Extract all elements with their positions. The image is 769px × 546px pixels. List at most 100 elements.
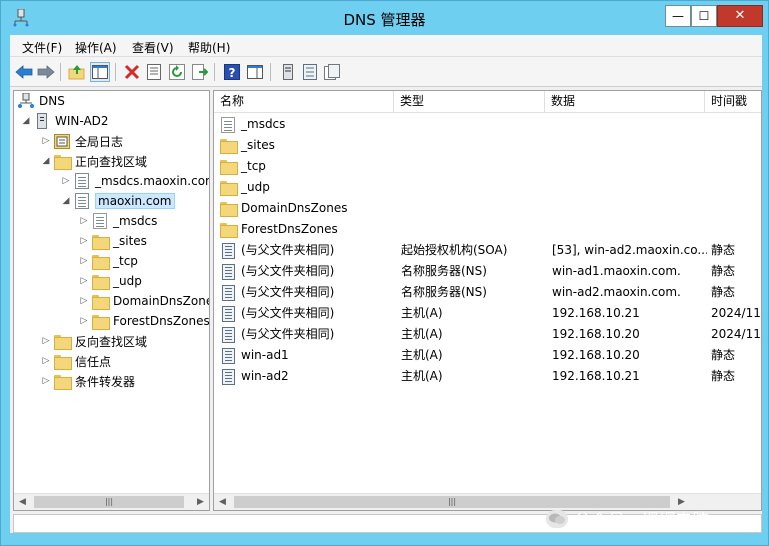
show-hide-tree-icon[interactable]	[90, 62, 110, 82]
delete-icon[interactable]	[122, 62, 142, 82]
svg-text:?: ?	[229, 66, 236, 80]
console-tree-pane[interactable]: DNS ◢ WIN-AD2 ▷ 全局日志 ◢ 正向查找区域 ▷ _msdcs.m…	[13, 90, 210, 511]
tree-node-child-tcp[interactable]: ▷ _tcp	[78, 251, 138, 271]
dns-manager-window: DNS 管理器 — ☐ ✕ 文件(F) 操作(A) 查看(V) 帮助(H) ? …	[0, 0, 769, 546]
help-icon[interactable]: ?	[222, 62, 242, 82]
cell-data	[552, 177, 707, 198]
expand-arrow-icon[interactable]: ▷	[40, 355, 52, 367]
expand-arrow-icon[interactable]: ▷	[78, 215, 90, 227]
cell-name-text: ForestDnsZones	[241, 222, 338, 236]
forward-arrow-icon[interactable]	[36, 62, 56, 82]
title-bar[interactable]: DNS 管理器 — ☐ ✕	[1, 1, 768, 35]
properties-icon[interactable]	[144, 62, 164, 82]
list-row[interactable]: (与父文件夹相同) 名称服务器(NS) win-ad2.maoxin.com. 静态	[214, 282, 761, 303]
collapse-arrow-icon[interactable]: ◢	[40, 155, 52, 167]
cell-timestamp	[711, 177, 761, 198]
list-row[interactable]: DomainDnsZones	[214, 198, 761, 219]
action-pane-icon[interactable]	[245, 62, 265, 82]
list-row[interactable]: _udp	[214, 177, 761, 198]
up-folder-icon[interactable]	[67, 62, 87, 82]
expand-arrow-icon[interactable]: ▷	[60, 175, 72, 187]
tree-node-child-forestdns[interactable]: ▷ ForestDnsZones	[78, 311, 210, 331]
export-list-icon[interactable]	[190, 62, 210, 82]
scroll-thumb[interactable]: |||	[34, 496, 184, 508]
collapse-arrow-icon[interactable]: ◢	[20, 115, 32, 127]
list-row[interactable]: _msdcs	[214, 114, 761, 135]
cell-name: DomainDnsZones	[220, 198, 392, 219]
watermark-text: 公众号 · 帽帽电脑	[574, 511, 710, 531]
detail-view-icon[interactable]	[322, 62, 342, 82]
back-arrow-icon[interactable]	[14, 62, 34, 82]
cell-timestamp	[711, 219, 761, 240]
expand-arrow-icon[interactable]: ▷	[40, 135, 52, 147]
cell-type	[401, 135, 547, 156]
expand-arrow-icon[interactable]: ▷	[78, 255, 90, 267]
expand-arrow-icon[interactable]: ▷	[78, 295, 90, 307]
maximize-button[interactable]: ☐	[691, 5, 717, 27]
cell-name: win-ad2	[220, 366, 392, 387]
list-view-icon[interactable]	[300, 62, 320, 82]
cell-data: 192.168.10.20	[552, 348, 640, 362]
record-icon	[221, 263, 235, 280]
server-icon[interactable]	[278, 62, 298, 82]
cell-timestamp: 静态	[711, 369, 736, 383]
tree-label-child-forestdns: ForestDnsZones	[113, 314, 210, 328]
expand-arrow-icon[interactable]: ▷	[40, 375, 52, 387]
tree-node-zone-maoxin[interactable]: ◢ maoxin.com	[60, 191, 175, 211]
column-header-data[interactable]: 数据	[545, 91, 705, 113]
scroll-left-icon[interactable]: ◀	[214, 494, 231, 510]
collapse-arrow-icon[interactable]: ◢	[60, 195, 72, 207]
expand-arrow-icon[interactable]: ▷	[78, 315, 90, 327]
tree-node-conditional-forwarders[interactable]: ▷ 条件转发器	[40, 371, 135, 391]
tree-node-global-logs[interactable]: ▷ 全局日志	[40, 131, 123, 151]
list-row[interactable]: ForestDnsZones	[214, 219, 761, 240]
list-row[interactable]: (与父文件夹相同) 起始授权机构(SOA) [53], win-ad2.maoxin…	[214, 240, 761, 261]
tree-label-child-tcp: _tcp	[113, 254, 138, 268]
refresh-icon[interactable]	[167, 62, 187, 82]
list-row[interactable]: _sites	[214, 135, 761, 156]
folder-icon	[220, 181, 238, 196]
details-list-pane[interactable]: 名称 类型 数据 时间戳 _msdcs _sites _tcp _udp DomainD…	[213, 90, 762, 511]
column-header-timestamp[interactable]: 时间戳	[705, 91, 761, 113]
tree-node-child-msdcs[interactable]: ▷ _msdcs	[78, 211, 157, 231]
menu-help[interactable]: 帮助(H)	[188, 39, 230, 56]
column-header-name[interactable]: 名称	[214, 91, 394, 113]
cell-data: 192.168.10.20	[552, 327, 640, 341]
list-row[interactable]: win-ad2 主机(A) 192.168.10.21 静态	[214, 366, 761, 387]
tree-horizontal-scrollbar[interactable]: ◀ ||| ▶	[14, 493, 209, 510]
expand-arrow-icon[interactable]: ▷	[78, 275, 90, 287]
expand-arrow-icon[interactable]: ▷	[40, 335, 52, 347]
menu-bar: 文件(F) 操作(A) 查看(V) 帮助(H)	[10, 35, 762, 57]
delegation-icon	[93, 213, 107, 229]
tree-node-reverse-zones[interactable]: ▷ 反向查找区域	[40, 331, 147, 351]
expand-arrow-icon[interactable]: ▷	[78, 235, 90, 247]
tree-label-zone-maoxin: maoxin.com	[95, 193, 175, 209]
tree-node-server[interactable]: ◢ WIN-AD2	[20, 111, 109, 131]
column-header-type[interactable]: 类型	[394, 91, 545, 113]
folder-icon	[92, 254, 110, 270]
tree-node-forward-zones[interactable]: ◢ 正向查找区域	[40, 151, 147, 171]
list-row[interactable]: _tcp	[214, 156, 761, 177]
close-button[interactable]: ✕	[717, 5, 763, 27]
list-row[interactable]: (与父文件夹相同) 主机(A) 192.168.10.21 2024/11/	[214, 303, 761, 324]
tree-node-zone-msdcs[interactable]: ▷ _msdcs.maoxin.com	[60, 171, 209, 191]
menu-file[interactable]: 文件(F)	[22, 39, 62, 56]
tree-node-child-udp[interactable]: ▷ _udp	[78, 271, 142, 291]
tree-node-child-sites[interactable]: ▷ _sites	[78, 231, 147, 251]
cell-data	[552, 156, 707, 177]
menu-view[interactable]: 查看(V)	[132, 39, 174, 56]
tree-node-child-domaindns[interactable]: ▷ DomainDnsZones	[78, 291, 209, 311]
cell-data	[552, 198, 707, 219]
cell-data	[552, 135, 707, 156]
list-row[interactable]: win-ad1 主机(A) 192.168.10.20 静态	[214, 345, 761, 366]
list-row[interactable]: (与父文件夹相同) 名称服务器(NS) win-ad1.maoxin.com. 静态	[214, 261, 761, 282]
minimize-button[interactable]: —	[665, 5, 691, 27]
tree-node-trust-points[interactable]: ▷ 信任点	[40, 351, 111, 371]
folder-icon	[220, 160, 238, 175]
tree-node-dns[interactable]: DNS	[18, 91, 65, 111]
scroll-right-icon[interactable]: ▶	[192, 494, 209, 510]
menu-action[interactable]: 操作(A)	[75, 39, 117, 56]
scroll-left-icon[interactable]: ◀	[14, 494, 31, 510]
cell-name: win-ad1	[220, 345, 392, 366]
list-row[interactable]: (与父文件夹相同) 主机(A) 192.168.10.20 2024/11/	[214, 324, 761, 345]
